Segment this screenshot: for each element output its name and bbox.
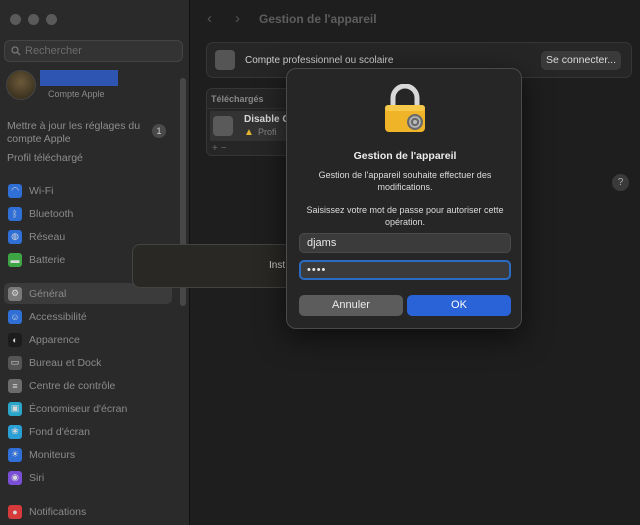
warning-icon: ▲ — [244, 127, 254, 138]
dialog-prompt: Saisissez votre mot de passe pour autori… — [306, 205, 504, 227]
update-badge: 1 — [152, 124, 166, 138]
apple-account[interactable]: Compte Apple — [6, 70, 176, 102]
wifi-icon: ◠ — [8, 183, 22, 198]
sidebar-item-label: Apparence — [29, 333, 80, 346]
sidebar-item-appearance[interactable]: ◐ Apparence — [4, 329, 172, 350]
sidebar-item-label: Accessibilité — [29, 310, 87, 323]
sidebar-item-label: Économiseur d'écran — [29, 402, 128, 415]
forward-chevron-icon[interactable]: › — [235, 10, 240, 27]
gear-icon: ⚙ — [8, 286, 22, 301]
update-account-settings-link[interactable]: Mettre à jour les réglages du compte App… — [7, 120, 147, 146]
sidebar-item-label: Batterie — [29, 253, 66, 266]
battery-icon: ▬ — [8, 252, 22, 267]
dialog-message: Gestion de l'appareil souhaite effectuer… — [318, 170, 492, 192]
sidebar-item-label: Moniteurs — [29, 448, 76, 461]
profile-subtitle: Profi — [258, 127, 277, 137]
sidebar-item-label: Centre de contrôle — [29, 379, 116, 392]
work-school-account-label: Compte professionnel ou scolaire — [245, 55, 394, 66]
sidebar-item-screensaver[interactable]: ▣ Économiseur d'écran — [4, 398, 172, 419]
sidebar-item-label: Bureau et Dock — [29, 356, 102, 369]
close-window-button[interactable] — [10, 14, 21, 25]
background-dialog: Inst — [132, 244, 292, 288]
sidebar-item-dock[interactable]: ▭ Bureau et Dock — [4, 352, 172, 373]
account-name-redacted — [40, 70, 118, 86]
help-button[interactable]: ? — [612, 174, 629, 191]
authorization-dialog: Gestion de l'appareil Gestion de l'appar… — [286, 68, 522, 329]
add-remove-buttons[interactable]: + − — [212, 143, 226, 154]
appearance-icon: ◐ — [8, 332, 22, 347]
accessibility-icon: ☺ — [8, 309, 22, 324]
notifications-icon: ● — [8, 504, 22, 519]
sidebar-item-label: Siri — [29, 471, 45, 484]
sidebar-item-label: Notifications — [29, 505, 87, 518]
sidebar-item-label: Fond d'écran — [29, 425, 90, 438]
sidebar-item-siri[interactable]: ◉ Siri — [4, 467, 172, 488]
sidebar-item-control-center[interactable]: ≡ Centre de contrôle — [4, 375, 172, 396]
window-controls — [10, 14, 57, 25]
sidebar-item-display[interactable]: ☀ Moniteurs — [4, 444, 172, 465]
profile-downloaded-link[interactable]: Profil téléchargé — [7, 152, 83, 164]
sidebar-item-label: Réseau — [29, 230, 66, 243]
back-chevron-icon[interactable]: ‹ — [207, 10, 212, 27]
profile-gear-icon — [213, 116, 233, 136]
badge-icon — [215, 50, 235, 70]
dialog-title: Gestion de l'appareil — [353, 150, 457, 162]
display-icon: ☀ — [8, 447, 22, 462]
avatar — [6, 70, 36, 100]
account-subtitle: Compte Apple — [48, 89, 105, 99]
wallpaper-icon: ❀ — [8, 424, 22, 439]
zoom-window-button[interactable] — [46, 14, 57, 25]
globe-icon: ◍ — [8, 229, 22, 244]
background-dialog-text: Inst — [269, 260, 286, 271]
lock-icon — [385, 84, 425, 132]
sidebar-item-accessibility[interactable]: ☺ Accessibilité — [4, 306, 172, 327]
username-field[interactable]: djams — [299, 233, 511, 253]
profile-title: Disable G — [244, 114, 291, 125]
sidebar-item-wallpaper[interactable]: ❀ Fond d'écran — [4, 421, 172, 442]
screensaver-icon: ▣ — [8, 401, 22, 416]
sidebar-item-notifications[interactable]: ● Notifications — [4, 501, 172, 522]
sidebar-item-label: Général — [29, 287, 67, 300]
control-center-icon: ≡ — [8, 378, 22, 393]
siri-icon: ◉ — [8, 470, 22, 485]
sidebar-item-bluetooth[interactable]: ᛒ Bluetooth — [4, 203, 172, 224]
search-icon — [11, 46, 21, 56]
minimize-window-button[interactable] — [28, 14, 39, 25]
sidebar-item-wifi[interactable]: ◠ Wi-Fi — [4, 180, 172, 201]
page-title: Gestion de l'appareil — [259, 12, 377, 26]
sidebar-item-label: Wi-Fi — [29, 184, 54, 197]
cancel-button[interactable]: Annuler — [299, 295, 403, 316]
bluetooth-icon: ᛒ — [8, 206, 22, 221]
ok-button[interactable]: OK — [407, 295, 511, 316]
password-field[interactable]: •••• — [299, 260, 511, 280]
connect-button[interactable]: Se connecter... — [541, 51, 621, 70]
dock-icon: ▭ — [8, 355, 22, 370]
search-placeholder: Rechercher — [25, 45, 82, 57]
sidebar-item-label: Bluetooth — [29, 207, 74, 220]
search-input[interactable]: Rechercher — [4, 40, 183, 62]
